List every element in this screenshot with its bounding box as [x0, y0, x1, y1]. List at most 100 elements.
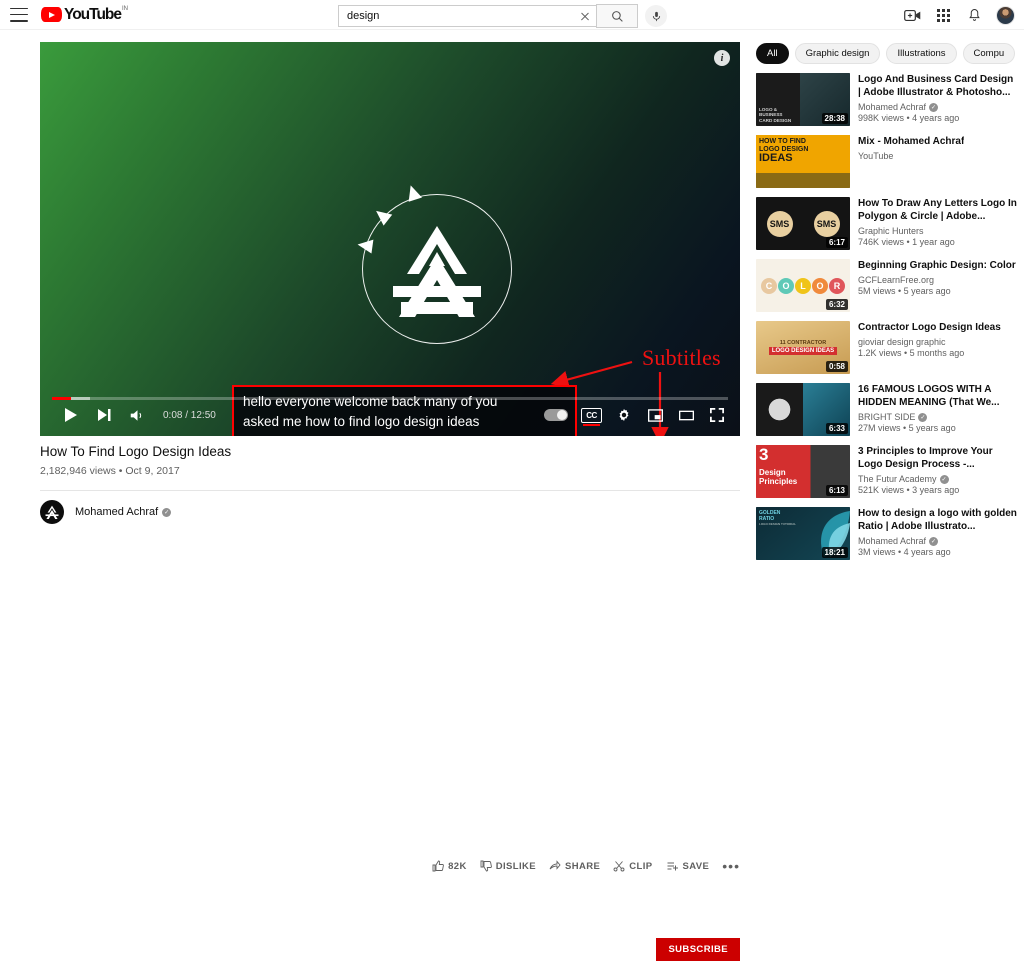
list-item[interactable]: LOGO & BUSINESS CARD DESIGN 28:38 Logo A…	[756, 73, 1018, 126]
video-thumbnail: 3 Design Principles 6:13	[756, 445, 850, 498]
next-video-button[interactable]	[95, 406, 113, 424]
fullscreen-button[interactable]	[708, 406, 726, 424]
thumbs-up-icon	[432, 860, 444, 872]
thumb-text: HOW TO FIND	[759, 138, 806, 145]
video-channel: GCFLearnFree.org	[858, 275, 1016, 285]
search-icon	[611, 10, 623, 22]
chip-illustrations[interactable]: Illustrations	[886, 42, 957, 64]
save-button[interactable]: SAVE	[666, 860, 710, 872]
thumb-text: IDEAS	[759, 152, 793, 164]
search-input[interactable]	[339, 10, 574, 22]
channel-logo-icon	[45, 505, 59, 519]
channel-label: GCFLearnFree.org	[858, 275, 935, 285]
progress-bar[interactable]	[52, 397, 728, 400]
thumb-text: 3	[759, 445, 769, 464]
clip-button[interactable]: CLIP	[613, 860, 652, 872]
more-actions-button[interactable]: •••	[722, 859, 740, 873]
thumb-text: O	[778, 277, 794, 294]
recommendations-sidebar: All Graphic design Illustrations Compu ›…	[756, 42, 1018, 560]
list-item[interactable]: C O L O R 6:32 Beginning Graphic Design:…	[756, 259, 1018, 312]
video-duration: 6:17	[825, 237, 848, 248]
channel-label: BRIGHT SIDE	[858, 412, 916, 422]
thumb-text: R	[829, 277, 845, 294]
video-title: Mix - Mohamed Achraf	[858, 136, 965, 147]
youtube-country-code: IN	[122, 6, 128, 12]
video-duration: 6:32	[825, 299, 848, 310]
save-label: SAVE	[682, 860, 710, 872]
channel-logo-mark	[356, 183, 512, 344]
search-button[interactable]	[596, 4, 638, 28]
create-video-icon[interactable]	[903, 6, 921, 24]
info-card-button[interactable]: i	[714, 50, 730, 66]
verified-badge-icon: ✓	[918, 412, 928, 422]
video-stats: 27M views • 5 years ago	[858, 423, 956, 433]
player-controls-left: 0:08 / 12:50	[62, 406, 216, 424]
share-icon	[549, 860, 561, 870]
chip-all[interactable]: All	[756, 42, 789, 64]
avatar[interactable]	[996, 5, 1015, 25]
header-actions	[903, 0, 1015, 30]
youtube-wordmark: YouTube	[64, 6, 122, 23]
youtube-logo[interactable]: YouTube IN	[41, 6, 128, 23]
channel-label: The Futur Academy	[858, 474, 937, 484]
list-item[interactable]: GOLDEN RATIO LOGO DESIGN TUTORIAL 18:21 …	[756, 507, 1018, 560]
filter-chip-row: All Graphic design Illustrations Compu ›	[756, 42, 1018, 64]
captions-button[interactable]: CC	[581, 407, 602, 426]
subscribe-button[interactable]: SUBSCRIBE	[656, 938, 740, 961]
time-display: 0:08 / 12:50	[163, 409, 216, 421]
video-channel: Graphic Hunters	[858, 226, 1018, 236]
list-item[interactable]: 6:33 16 FAMOUS LOGOS WITH A HIDDEN MEANI…	[756, 383, 1018, 436]
share-label: SHARE	[565, 860, 601, 872]
chip-computer[interactable]: Compu	[962, 42, 1016, 64]
clip-label: CLIP	[629, 860, 653, 872]
channel-label: gioviar design graphic	[858, 337, 946, 347]
thumb-text: L	[795, 277, 811, 294]
theater-mode-button[interactable]	[677, 406, 695, 424]
chip-graphic-design[interactable]: Graphic design	[794, 42, 881, 64]
volume-button[interactable]	[128, 406, 146, 424]
video-title: Beginning Graphic Design: Color	[858, 260, 1016, 271]
like-button[interactable]: 82K	[432, 860, 467, 872]
apps-grid-icon[interactable]	[934, 6, 952, 24]
save-playlist-icon	[667, 862, 678, 871]
video-channel: BRIGHT SIDE ✓	[858, 412, 1018, 422]
list-item[interactable]: HOW TO FIND LOGO DESIGN IDEAS Mix - Moha…	[756, 135, 1018, 188]
search-box[interactable]	[338, 5, 596, 27]
settings-gear-icon[interactable]	[615, 406, 633, 424]
list-item[interactable]: SMS SMS 6:17 How To Draw Any Letters Log…	[756, 197, 1018, 250]
video-title: How to design a logo with golden Ratio |…	[858, 508, 1017, 532]
dislike-button[interactable]: DISLIKE	[480, 860, 536, 872]
page-title: How To Find Logo Design Ideas	[40, 444, 232, 459]
search-area	[338, 4, 667, 28]
thumb-text: LOGO DESIGN IDEAS	[768, 347, 838, 355]
microphone-icon	[652, 11, 660, 21]
thumb-text: SMS	[766, 210, 793, 237]
thumb-text: C	[761, 277, 777, 294]
video-stats: 746K views • 1 year ago	[858, 237, 955, 247]
video-title: Contractor Logo Design Ideas	[858, 322, 1001, 333]
channel-label: Graphic Hunters	[858, 226, 924, 236]
annotation-label: Subtitles	[642, 345, 721, 370]
video-player[interactable]: i Subtitles hello everyone welcome back …	[40, 42, 740, 436]
list-item[interactable]: 11 CONTRACTOR LOGO DESIGN IDEAS 0:58 Con…	[756, 321, 1018, 374]
autoplay-toggle[interactable]	[544, 409, 568, 421]
channel-name[interactable]: Mohamed Achraf ✓	[75, 506, 172, 518]
video-stats: 5M views • 5 years ago	[858, 286, 951, 296]
channel-label: YouTube	[858, 151, 894, 161]
dislike-label: DISLIKE	[495, 860, 536, 872]
video-thumbnail: 6:33	[756, 383, 850, 436]
hamburger-menu-icon[interactable]	[10, 7, 28, 22]
channel-name-text: Mohamed Achraf	[75, 506, 159, 518]
list-item[interactable]: 3 Design Principles 6:13 3 Principles to…	[756, 445, 1018, 498]
share-button[interactable]: SHARE	[549, 860, 600, 872]
video-channel: The Futur Academy ✓	[858, 474, 1018, 484]
play-button[interactable]	[62, 406, 80, 424]
notifications-bell-icon[interactable]	[965, 6, 983, 24]
primary-column: i Subtitles hello everyone welcome back …	[40, 42, 740, 961]
voice-search-button[interactable]	[645, 5, 667, 27]
miniplayer-button[interactable]	[646, 406, 664, 424]
video-actions: 82K DISLIKE SHARE CLIP SAVE •••	[432, 859, 740, 873]
video-title: 3 Principles to Improve Your Logo Design…	[858, 446, 993, 470]
close-icon[interactable]	[574, 5, 596, 27]
video-stats: 1.2K views • 5 months ago	[858, 348, 965, 358]
